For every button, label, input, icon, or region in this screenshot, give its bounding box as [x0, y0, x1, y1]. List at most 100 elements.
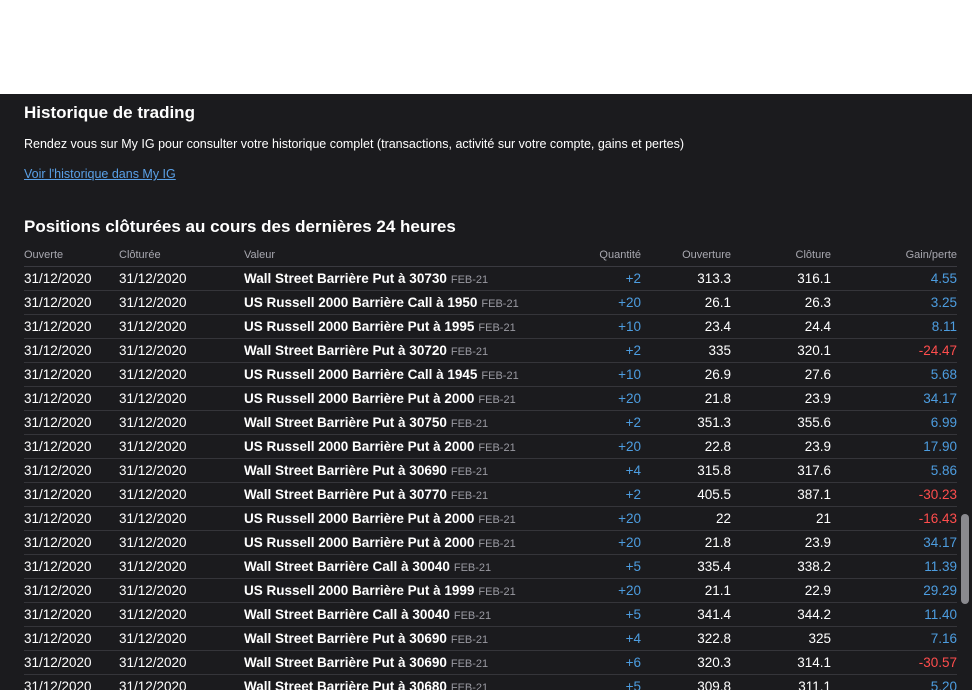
cell-close-price: 314.1 [731, 650, 831, 675]
cell-quantity: +20 [574, 386, 641, 411]
closed-positions-table-container[interactable]: Ouverte Clôturée Valeur Quantité Ouvertu… [24, 244, 957, 690]
trading-history-panel: Historique de trading Rendez vous sur My… [0, 94, 972, 690]
cell-quantity: +5 [574, 602, 641, 627]
table-row[interactable]: 31/12/2020 31/12/2020 Wall Street Barrière… [24, 266, 957, 291]
cell-close-price: 27.6 [731, 362, 831, 387]
cell-profit-loss: -24.47 [831, 338, 957, 363]
cell-quantity: +6 [574, 650, 641, 675]
expiry-label: FEB-21 [450, 634, 489, 646]
cell-quantity: +2 [574, 338, 641, 363]
table-row[interactable]: 31/12/2020 31/12/2020 Wall Street Barrière… [24, 650, 957, 675]
cell-open-price: 320.3 [641, 650, 731, 675]
expiry-label: FEB-21 [450, 274, 489, 286]
cell-opened-date: 31/12/2020 [24, 386, 119, 411]
history-description: Rendez vous sur My IG pour consulter vot… [24, 137, 685, 151]
cell-open-price: 313.3 [641, 266, 731, 291]
column-header-opened[interactable]: Ouverte [24, 244, 119, 267]
table-row[interactable]: 31/12/2020 31/12/2020 Wall Street Barrière… [24, 554, 957, 579]
cell-profit-loss: 11.39 [831, 554, 957, 579]
cell-closed-date: 31/12/2020 [119, 578, 244, 603]
cell-profit-loss: 5.86 [831, 458, 957, 483]
column-header-closed[interactable]: Clôturée [119, 244, 244, 267]
cell-closed-date: 31/12/2020 [119, 386, 244, 411]
cell-instrument: Wall Street Barrière Call à 30040 FEB-21 [244, 554, 574, 579]
table-row[interactable]: 31/12/2020 31/12/2020 Wall Street Barrière… [24, 602, 957, 627]
instrument-name: Wall Street Barrière Put à 30750 [244, 415, 447, 430]
cell-instrument: Wall Street Barrière Put à 30690 FEB-21 [244, 626, 574, 651]
expiry-label: FEB-21 [450, 466, 489, 478]
table-row[interactable]: 31/12/2020 31/12/2020 US Russell 2000 Barr… [24, 434, 957, 459]
table-row[interactable]: 31/12/2020 31/12/2020 US Russell 2000 Barr… [24, 506, 957, 531]
cell-profit-loss: -30.23 [831, 482, 957, 507]
cell-quantity: +4 [574, 626, 641, 651]
cell-opened-date: 31/12/2020 [24, 602, 119, 627]
table-row[interactable]: 31/12/2020 31/12/2020 Wall Street Barrière… [24, 626, 957, 651]
expiry-label: FEB-21 [481, 298, 519, 310]
cell-opened-date: 31/12/2020 [24, 362, 119, 387]
cell-open-price: 26.1 [641, 290, 731, 315]
instrument-name: US Russell 2000 Barrière Put à 1999 [244, 583, 475, 598]
expiry-label: FEB-21 [450, 658, 489, 670]
view-history-link[interactable]: Voir l'historique dans My IG [24, 167, 176, 181]
table-row[interactable]: 31/12/2020 31/12/2020 Wall Street Barrière… [24, 338, 957, 363]
cell-profit-loss: 8.11 [831, 314, 957, 339]
cell-profit-loss: -16.43 [831, 506, 957, 531]
scrollbar-thumb[interactable] [961, 514, 969, 604]
expiry-label: FEB-21 [450, 682, 489, 690]
instrument-name: US Russell 2000 Barrière Put à 2000 [244, 535, 475, 550]
table-row[interactable]: 31/12/2020 31/12/2020 Wall Street Barrière… [24, 482, 957, 507]
instrument-name: US Russell 2000 Barrière Put à 2000 [244, 439, 475, 454]
cell-open-price: 341.4 [641, 602, 731, 627]
expiry-label: FEB-21 [450, 418, 489, 430]
cell-open-price: 315.8 [641, 458, 731, 483]
cell-open-price: 351.3 [641, 410, 731, 435]
instrument-name: Wall Street Barrière Put à 30690 [244, 631, 447, 646]
column-header-profit-loss[interactable]: Gain/perte [831, 244, 957, 267]
cell-close-price: 21 [731, 506, 831, 531]
cell-quantity: +20 [574, 290, 641, 315]
cell-instrument: US Russell 2000 Barrière Put à 1999 FEB-2… [244, 578, 574, 603]
cell-profit-loss: 6.99 [831, 410, 957, 435]
table-row[interactable]: 31/12/2020 31/12/2020 US Russell 2000 Barr… [24, 290, 957, 315]
table-row[interactable]: 31/12/2020 31/12/2020 Wall Street Barrière… [24, 458, 957, 483]
table-row[interactable]: 31/12/2020 31/12/2020 US Russell 2000 Barr… [24, 314, 957, 339]
column-header-instrument[interactable]: Valeur [244, 244, 574, 267]
cell-instrument: US Russell 2000 Barrière Put à 2000 FEB-2… [244, 530, 574, 555]
expiry-label: FEB-21 [450, 490, 489, 502]
column-header-close-price[interactable]: Clôture [731, 244, 831, 267]
cell-closed-date: 31/12/2020 [119, 674, 244, 690]
cell-profit-loss: 34.17 [831, 530, 957, 555]
cell-closed-date: 31/12/2020 [119, 482, 244, 507]
cell-opened-date: 31/12/2020 [24, 266, 119, 291]
table-row[interactable]: 31/12/2020 31/12/2020 US Russell 2000 Barr… [24, 530, 957, 555]
cell-close-price: 325 [731, 626, 831, 651]
cell-open-price: 335.4 [641, 554, 731, 579]
expiry-label: FEB-21 [453, 562, 492, 574]
table-row[interactable]: 31/12/2020 31/12/2020 Wall Street Barrière… [24, 674, 957, 690]
cell-close-price: 23.9 [731, 386, 831, 411]
column-header-open-price[interactable]: Ouverture [641, 244, 731, 267]
expiry-label: FEB-21 [478, 322, 516, 334]
table-row[interactable]: 31/12/2020 31/12/2020 US Russell 2000 Barr… [24, 578, 957, 603]
cell-open-price: 22.8 [641, 434, 731, 459]
instrument-name: US Russell 2000 Barrière Call à 1945 [244, 367, 478, 382]
cell-close-price: 320.1 [731, 338, 831, 363]
cell-close-price: 338.2 [731, 554, 831, 579]
cell-instrument: US Russell 2000 Barrière Call à 1950 FEB-… [244, 290, 574, 315]
cell-profit-loss: 17.90 [831, 434, 957, 459]
cell-instrument: US Russell 2000 Barrière Call à 1945 FEB-… [244, 362, 574, 387]
cell-instrument: US Russell 2000 Barrière Put à 2000 FEB-2… [244, 434, 574, 459]
table-row[interactable]: 31/12/2020 31/12/2020 Wall Street Barrière… [24, 410, 957, 435]
cell-quantity: +20 [574, 530, 641, 555]
table-row[interactable]: 31/12/2020 31/12/2020 US Russell 2000 Barr… [24, 386, 957, 411]
cell-instrument: Wall Street Barrière Put à 30690 FEB-21 [244, 458, 574, 483]
column-header-quantity[interactable]: Quantité [574, 244, 641, 267]
table-scrollbar[interactable] [959, 264, 971, 690]
cell-opened-date: 31/12/2020 [24, 482, 119, 507]
cell-closed-date: 31/12/2020 [119, 530, 244, 555]
cell-quantity: +20 [574, 434, 641, 459]
cell-closed-date: 31/12/2020 [119, 626, 244, 651]
cell-quantity: +5 [574, 674, 641, 690]
table-row[interactable]: 31/12/2020 31/12/2020 US Russell 2000 Barr… [24, 362, 957, 387]
cell-opened-date: 31/12/2020 [24, 650, 119, 675]
